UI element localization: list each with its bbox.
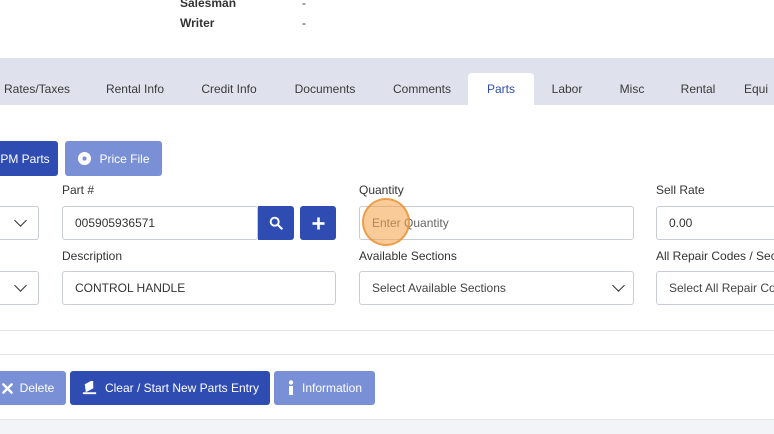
- divider: [0, 354, 774, 355]
- quantity-input[interactable]: Enter Quantity: [359, 206, 634, 240]
- salesman-value: -: [302, 0, 306, 10]
- repair-codes-label: All Repair Codes / Sect: [656, 249, 774, 263]
- pm-parts-label: PM Parts: [0, 151, 50, 166]
- divider: [0, 330, 774, 331]
- tab-credit-info[interactable]: Credit Info: [190, 73, 268, 105]
- add-part-button[interactable]: [300, 206, 336, 240]
- search-icon: [269, 216, 283, 230]
- plus-icon: [311, 216, 325, 230]
- part-number-input[interactable]: 005905936571: [62, 206, 258, 240]
- clear-start-new-button[interactable]: Clear / Start New Parts Entry: [70, 371, 270, 405]
- sell-rate-input[interactable]: 0.00: [656, 206, 774, 240]
- writer-label: Writer: [180, 16, 215, 30]
- repair-codes-value: Select All Repair Coc: [669, 281, 774, 295]
- tab-rates-taxes[interactable]: Rates/Taxes: [0, 73, 74, 105]
- clear-label: Clear / Start New Parts Entry: [104, 381, 260, 395]
- delete-label: Delete: [19, 381, 55, 395]
- x-icon: [1, 382, 13, 394]
- description-input[interactable]: CONTROL HANDLE: [62, 271, 336, 305]
- quantity-label: Quantity: [359, 183, 404, 197]
- tab-rental[interactable]: Rental: [670, 73, 726, 105]
- available-sections-select[interactable]: Select Available Sections: [359, 271, 634, 305]
- tab-comments[interactable]: Comments: [383, 73, 461, 105]
- tab-labor[interactable]: Labor: [542, 73, 592, 105]
- tab-equipment[interactable]: Equi: [744, 73, 774, 105]
- chevron-down-icon: [612, 279, 625, 292]
- tab-documents[interactable]: Documents: [285, 73, 365, 105]
- available-sections-label: Available Sections: [359, 249, 457, 263]
- part-number-label: Part #: [62, 183, 95, 197]
- information-label: Information: [301, 381, 363, 395]
- tab-rental-info[interactable]: Rental Info: [94, 73, 176, 105]
- left-select-2[interactable]: [0, 271, 39, 305]
- sell-rate-label: Sell Rate: [656, 183, 705, 197]
- information-button[interactable]: Information: [274, 371, 375, 405]
- price-file-label: Price File: [99, 151, 150, 166]
- description-label: Description: [62, 249, 123, 263]
- chevron-down-icon: [14, 279, 27, 292]
- footer-band: [0, 419, 774, 434]
- delete-button[interactable]: Delete: [0, 371, 66, 405]
- salesman-label: Salesman: [180, 0, 237, 10]
- eraser-icon: [81, 381, 98, 395]
- writer-value: -: [302, 16, 306, 30]
- info-icon: [287, 380, 295, 396]
- tab-misc[interactable]: Misc: [612, 73, 652, 105]
- disc-icon: [77, 151, 92, 166]
- search-part-button[interactable]: [258, 206, 294, 240]
- left-select-1[interactable]: [0, 206, 39, 240]
- pm-parts-button[interactable]: PM Parts: [0, 141, 58, 176]
- available-sections-value: Select Available Sections: [372, 281, 506, 295]
- price-file-button[interactable]: Price File: [65, 141, 162, 176]
- tab-bar: Rates/Taxes Rental Info Credit Info Docu…: [0, 58, 774, 105]
- tab-parts[interactable]: Parts: [468, 73, 534, 105]
- repair-codes-select[interactable]: Select All Repair Coc: [656, 271, 774, 305]
- chevron-down-icon: [14, 214, 27, 227]
